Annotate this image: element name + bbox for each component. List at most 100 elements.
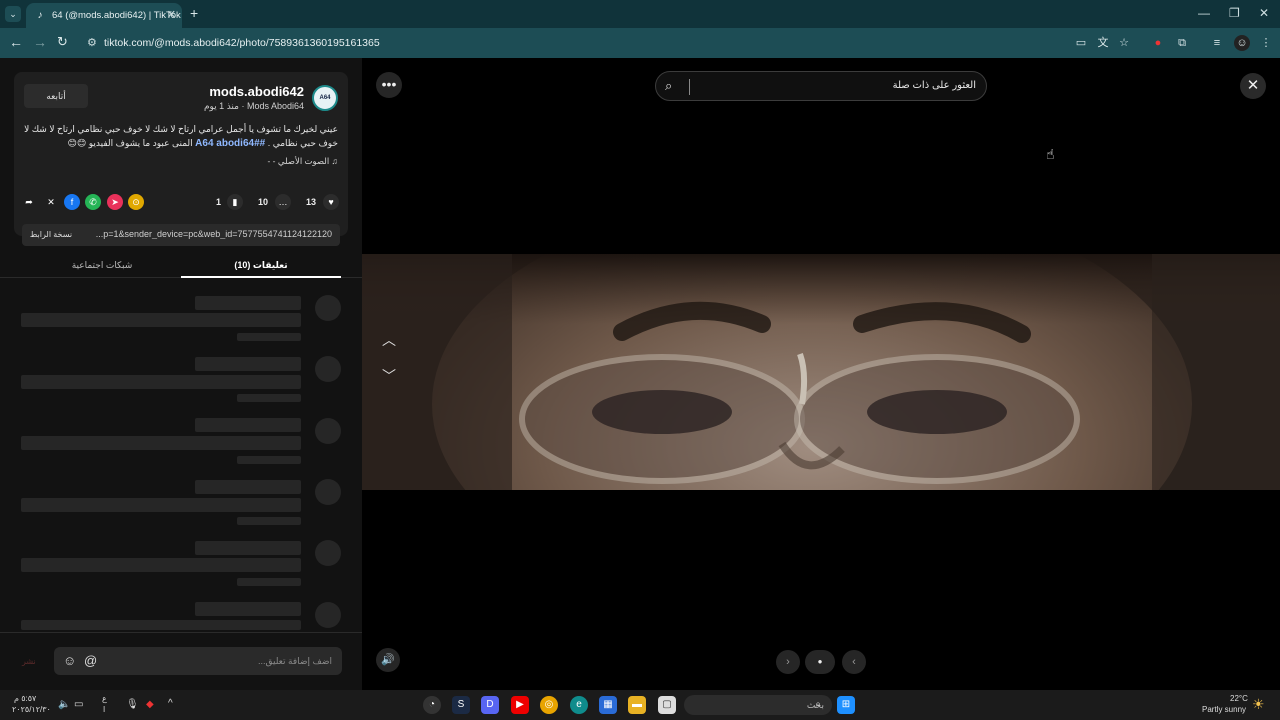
share-direct-icon[interactable]: ➤ — [107, 194, 123, 210]
skeleton-line — [195, 357, 301, 371]
active-tab-indicator — [181, 276, 341, 278]
weather-desc[interactable]: Partly sunny — [1202, 705, 1246, 714]
skeleton-line — [237, 456, 301, 464]
more-options-button[interactable]: ••• — [376, 72, 402, 98]
search-icon[interactable]: ⌕ — [665, 78, 672, 94]
show-hidden-icons[interactable]: ^ — [168, 698, 173, 709]
related-search-box[interactable]: ⌕ العثور على ذات صلة — [655, 71, 987, 101]
discord-icon[interactable]: D — [481, 696, 499, 714]
skeleton-avatar — [315, 602, 341, 628]
post-description: عيني لخيرك ما تشوف يا أجمل عرامي ارتاح ل… — [24, 122, 338, 151]
skeleton-line — [195, 480, 301, 494]
language-indicator[interactable]: ع — [102, 694, 107, 703]
start-button[interactable]: ⊞ — [837, 696, 855, 714]
photo-image — [362, 254, 1280, 490]
clock-date[interactable]: ٢٠٢٥/١٢/٣٠ — [12, 705, 51, 714]
bookmark-icon[interactable]: ▮ — [227, 194, 243, 210]
tab-social-networks[interactable]: شبكات اجتماعية — [22, 260, 182, 271]
whatsapp-icon[interactable]: ✆ — [85, 194, 101, 210]
back-button[interactable]: ← — [9, 34, 23, 50]
minimize-button[interactable]: — — [1198, 6, 1210, 20]
weather-temp[interactable]: 22°C — [1230, 694, 1248, 703]
follow-button[interactable]: أتابعه — [24, 84, 88, 108]
install-app-icon[interactable]: ▭ — [1073, 35, 1089, 51]
share-arrow-icon[interactable]: ➦ — [21, 194, 37, 210]
skeleton-line — [21, 313, 301, 327]
panel-tabs: (10) تعليقات شبكات اجتماعية — [0, 256, 362, 278]
share-link-text[interactable]: ...p=1&sender_device=pc&web_id=757755474… — [82, 229, 332, 239]
skeleton-line — [195, 602, 301, 616]
skeleton-avatar — [315, 418, 341, 444]
skeleton-avatar — [315, 540, 341, 566]
nickname-and-time: Mods Abodi64 · منذ 1 يوم — [203, 101, 304, 111]
edge-icon[interactable]: e — [570, 696, 588, 714]
window-close-button[interactable]: ✕ — [1259, 6, 1269, 20]
microsoft-store-icon[interactable]: ▦ — [599, 696, 617, 714]
browser-tab[interactable]: ♪ 64 (@mods.abodi642) | TikTok ✕ — [26, 3, 182, 28]
post-photo[interactable] — [362, 254, 1280, 490]
language-indicator-sub[interactable]: ا — [103, 705, 105, 714]
restore-button[interactable]: ❐ — [1229, 6, 1240, 20]
windows-taskbar: ٥:٥٧ م ٢٠٢٥/١٢/٣٠ 🔈 ▭ ع ا 🎙 ◆ ^ ◔ S D ▶ … — [0, 690, 1280, 720]
mention-icon[interactable]: @ — [84, 653, 97, 668]
carousel-previous-button[interactable]: ‹ — [842, 650, 866, 674]
bookmark-star-icon[interactable]: ☆ — [1116, 35, 1132, 51]
volume-button[interactable]: 🔊 — [376, 648, 400, 672]
carousel-dot[interactable]: ● — [805, 650, 835, 674]
weather-icon[interactable]: ☀ — [1252, 696, 1265, 713]
tab-list-button[interactable]: ⌄ — [5, 6, 21, 22]
embed-icon[interactable]: ⊙ — [128, 194, 144, 210]
browser-toolbar: ← → ↻ ⚙ tiktok.com/@mods.abodi642/photo/… — [0, 28, 1280, 58]
x-icon[interactable]: ✕ — [43, 194, 59, 210]
menu-icon[interactable]: ⋮ — [1258, 35, 1274, 51]
heart-icon[interactable]: ♥ — [323, 194, 339, 210]
extensions-icon[interactable]: ⧉ — [1174, 35, 1190, 51]
translate-icon[interactable]: 文 — [1095, 35, 1111, 51]
window-app-icon[interactable]: ▢ — [658, 696, 676, 714]
file-explorer-icon[interactable]: ▬ — [628, 696, 646, 714]
skeleton-line — [237, 578, 301, 586]
photo-viewer: ••• ⌕ العثور على ذات صلة ✕ ☝ ︿ ﹀ 🔊 › ● ‹ — [362, 58, 1280, 690]
chrome-icon[interactable]: ◎ — [540, 696, 558, 714]
microphone-tray-icon[interactable]: 🎙 — [126, 699, 139, 710]
skeleton-line — [237, 394, 301, 402]
network-tray-icon[interactable]: ▭ — [74, 699, 83, 710]
comment-icon[interactable]: … — [275, 194, 291, 210]
address-bar[interactable]: ⚙ tiktok.com/@mods.abodi642/photo/758936… — [80, 31, 1140, 55]
skeleton-avatar — [315, 356, 341, 382]
previous-post-arrow[interactable]: ︿ — [382, 330, 396, 350]
cursor-hand-icon: ☝ — [1046, 146, 1055, 162]
close-viewer-button[interactable]: ✕ — [1240, 73, 1266, 99]
profile-avatar[interactable]: ☺ — [1234, 35, 1250, 51]
app-taskbar-icon[interactable]: ◔ — [423, 696, 441, 714]
forward-button[interactable]: → — [33, 34, 47, 50]
tab-comments[interactable]: (10) تعليقات — [181, 260, 341, 271]
reload-button[interactable]: ↻ — [57, 34, 68, 50]
tab-title: 64 (@mods.abodi642) | TikTok — [52, 10, 181, 21]
youtube-icon[interactable]: ▶ — [511, 696, 529, 714]
post-comment-button[interactable]: نشر — [22, 657, 36, 666]
tab-close-icon[interactable]: ✕ — [167, 8, 176, 21]
hashtag-links[interactable]: #A64 abodi64# — [195, 138, 265, 149]
next-post-arrow[interactable]: ﹀ — [382, 366, 396, 386]
music-link[interactable]: ♫ الصوت الأصلي - - — [267, 156, 338, 167]
emoji-icon[interactable]: ☺ — [63, 653, 76, 668]
skeleton-avatar — [315, 295, 341, 321]
media-controls-icon[interactable]: ≡ — [1209, 35, 1225, 51]
search-divider — [689, 79, 690, 95]
extension-red-icon[interactable]: ● — [1150, 35, 1166, 51]
volume-tray-icon[interactable]: 🔈 — [58, 699, 70, 710]
comment-bar: نشر اضف إضافة تعليق... ☺ @ — [0, 632, 362, 690]
username[interactable]: mods.abodi642 — [209, 84, 304, 99]
new-tab-button[interactable]: + — [190, 5, 198, 21]
carousel-next-button[interactable]: › — [776, 650, 800, 674]
site-info-icon[interactable]: ⚙ — [87, 36, 97, 49]
facebook-icon[interactable]: f — [64, 194, 80, 210]
app-tray-icon[interactable]: ◆ — [146, 699, 154, 710]
steam-icon[interactable]: S — [452, 696, 470, 714]
clock-time[interactable]: ٥:٥٧ م — [14, 694, 36, 703]
avatar[interactable]: A64 — [312, 85, 338, 111]
comment-count: 10 — [258, 197, 269, 207]
copy-link-button[interactable]: نسخة الرابط — [24, 226, 78, 244]
skeleton-line — [237, 517, 301, 525]
